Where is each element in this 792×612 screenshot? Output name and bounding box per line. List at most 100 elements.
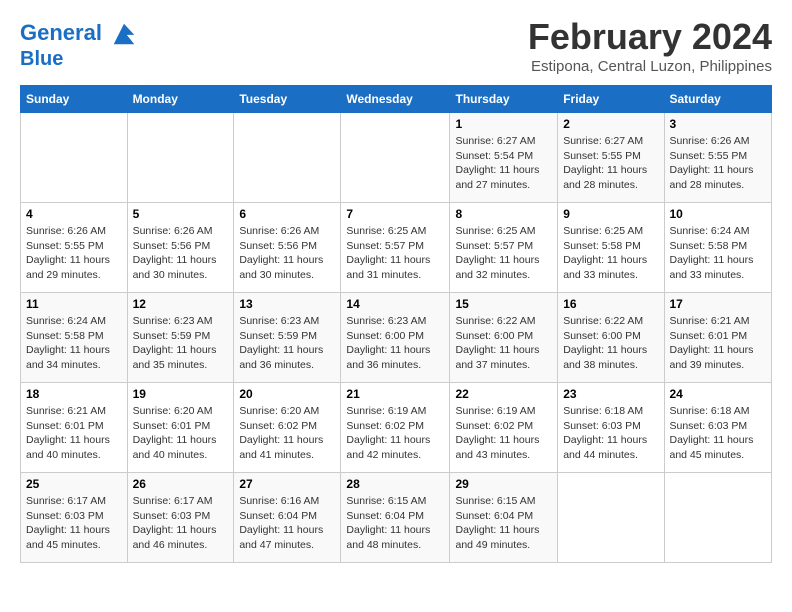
day-info: Sunrise: 6:26 AM Sunset: 5:55 PM Dayligh… [670, 134, 767, 193]
day-number: 13 [239, 297, 335, 311]
day-number: 22 [455, 387, 552, 401]
day-number: 3 [670, 117, 767, 131]
calendar-cell: 19 Sunrise: 6:20 AM Sunset: 6:01 PM Dayli… [127, 383, 234, 473]
calendar-cell: 11 Sunrise: 6:24 AM Sunset: 5:58 PM Dayli… [21, 293, 128, 383]
calendar-week-5: 25 Sunrise: 6:17 AM Sunset: 6:03 PM Dayli… [21, 473, 772, 563]
calendar-cell: 24 Sunrise: 6:18 AM Sunset: 6:03 PM Dayli… [664, 383, 772, 473]
day-info: Sunrise: 6:20 AM Sunset: 6:01 PM Dayligh… [133, 404, 229, 463]
day-info: Sunrise: 6:17 AM Sunset: 6:03 PM Dayligh… [133, 494, 229, 553]
calendar-cell: 10Sunrise: 6:24 AM Sunset: 5:58 PM Dayli… [664, 203, 772, 293]
day-info: Sunrise: 6:21 AM Sunset: 6:01 PM Dayligh… [670, 314, 767, 373]
day-info: Sunrise: 6:24 AM Sunset: 5:58 PM Dayligh… [26, 314, 122, 373]
day-number: 17 [670, 297, 767, 311]
weekday-header-sunday: Sunday [21, 86, 128, 113]
calendar-cell: 15 Sunrise: 6:22 AM Sunset: 6:00 PM Dayli… [450, 293, 558, 383]
day-number: 28 [346, 477, 444, 491]
weekday-header-saturday: Saturday [664, 86, 772, 113]
header: General Blue February 2024 Estipona, Cen… [20, 16, 772, 75]
calendar-cell: 28 Sunrise: 6:15 AM Sunset: 6:04 PM Dayli… [341, 473, 450, 563]
day-number: 24 [670, 387, 767, 401]
weekday-header-tuesday: Tuesday [234, 86, 341, 113]
day-info: Sunrise: 6:25 AM Sunset: 5:57 PM Dayligh… [346, 224, 444, 283]
day-number: 15 [455, 297, 552, 311]
calendar-cell [234, 113, 341, 203]
calendar-cell: 1 Sunrise: 6:27 AM Sunset: 5:54 PM Daylig… [450, 113, 558, 203]
month-title: February 2024 [528, 16, 772, 58]
day-info: Sunrise: 6:25 AM Sunset: 5:57 PM Dayligh… [455, 224, 552, 283]
calendar-cell: 23 Sunrise: 6:18 AM Sunset: 6:03 PM Dayli… [558, 383, 664, 473]
calendar-cell: 29 Sunrise: 6:15 AM Sunset: 6:04 PM Dayli… [450, 473, 558, 563]
day-number: 6 [239, 207, 335, 221]
calendar-cell: 8 Sunrise: 6:25 AM Sunset: 5:57 PM Daylig… [450, 203, 558, 293]
calendar-cell [127, 113, 234, 203]
day-number: 7 [346, 207, 444, 221]
calendar-cell: 9 Sunrise: 6:25 AM Sunset: 5:58 PM Daylig… [558, 203, 664, 293]
day-info: Sunrise: 6:19 AM Sunset: 6:02 PM Dayligh… [346, 404, 444, 463]
day-info: Sunrise: 6:18 AM Sunset: 6:03 PM Dayligh… [670, 404, 767, 463]
day-info: Sunrise: 6:19 AM Sunset: 6:02 PM Dayligh… [455, 404, 552, 463]
day-info: Sunrise: 6:23 AM Sunset: 5:59 PM Dayligh… [239, 314, 335, 373]
weekday-header-row: SundayMondayTuesdayWednesdayThursdayFrid… [21, 86, 772, 113]
day-number: 20 [239, 387, 335, 401]
calendar-cell [21, 113, 128, 203]
calendar-cell: 2 Sunrise: 6:27 AM Sunset: 5:55 PM Daylig… [558, 113, 664, 203]
calendar-cell: 7 Sunrise: 6:25 AM Sunset: 5:57 PM Daylig… [341, 203, 450, 293]
day-number: 25 [26, 477, 122, 491]
calendar-cell: 14Sunrise: 6:23 AM Sunset: 6:00 PM Dayli… [341, 293, 450, 383]
calendar-cell: 5Sunrise: 6:26 AM Sunset: 5:56 PM Daylig… [127, 203, 234, 293]
day-info: Sunrise: 6:22 AM Sunset: 6:00 PM Dayligh… [455, 314, 552, 373]
calendar-cell: 22 Sunrise: 6:19 AM Sunset: 6:02 PM Dayli… [450, 383, 558, 473]
day-number: 26 [133, 477, 229, 491]
day-info: Sunrise: 6:26 AM Sunset: 5:55 PM Dayligh… [26, 224, 122, 283]
day-info: Sunrise: 6:26 AM Sunset: 5:56 PM Dayligh… [239, 224, 335, 283]
calendar-cell: 6 Sunrise: 6:26 AM Sunset: 5:56 PM Daylig… [234, 203, 341, 293]
day-info: Sunrise: 6:15 AM Sunset: 6:04 PM Dayligh… [455, 494, 552, 553]
calendar-week-1: 1 Sunrise: 6:27 AM Sunset: 5:54 PM Daylig… [21, 113, 772, 203]
day-info: Sunrise: 6:20 AM Sunset: 6:02 PM Dayligh… [239, 404, 335, 463]
day-info: Sunrise: 6:27 AM Sunset: 5:55 PM Dayligh… [563, 134, 658, 193]
day-number: 5 [133, 207, 229, 221]
day-number: 11 [26, 297, 122, 311]
day-number: 16 [563, 297, 658, 311]
day-number: 21 [346, 387, 444, 401]
calendar-cell: 20 Sunrise: 6:20 AM Sunset: 6:02 PM Dayli… [234, 383, 341, 473]
logo-text: General [20, 20, 138, 48]
weekday-header-friday: Friday [558, 86, 664, 113]
day-info: Sunrise: 6:18 AM Sunset: 6:03 PM Dayligh… [563, 404, 658, 463]
calendar-cell: 26 Sunrise: 6:17 AM Sunset: 6:03 PM Dayli… [127, 473, 234, 563]
weekday-header-thursday: Thursday [450, 86, 558, 113]
day-number: 10 [670, 207, 767, 221]
day-number: 2 [563, 117, 658, 131]
calendar-cell: 13 Sunrise: 6:23 AM Sunset: 5:59 PM Dayli… [234, 293, 341, 383]
title-section: February 2024 Estipona, Central Luzon, P… [528, 16, 772, 75]
day-info: Sunrise: 6:22 AM Sunset: 6:00 PM Dayligh… [563, 314, 658, 373]
weekday-header-monday: Monday [127, 86, 234, 113]
day-info: Sunrise: 6:16 AM Sunset: 6:04 PM Dayligh… [239, 494, 335, 553]
day-number: 1 [455, 117, 552, 131]
day-number: 4 [26, 207, 122, 221]
day-number: 19 [133, 387, 229, 401]
calendar-week-3: 11 Sunrise: 6:24 AM Sunset: 5:58 PM Dayli… [21, 293, 772, 383]
weekday-header-wednesday: Wednesday [341, 86, 450, 113]
day-info: Sunrise: 6:27 AM Sunset: 5:54 PM Dayligh… [455, 134, 552, 193]
day-number: 9 [563, 207, 658, 221]
calendar-week-4: 18 Sunrise: 6:21 AM Sunset: 6:01 PM Dayli… [21, 383, 772, 473]
calendar-cell: 18 Sunrise: 6:21 AM Sunset: 6:01 PM Dayli… [21, 383, 128, 473]
calendar-cell: 12Sunrise: 6:23 AM Sunset: 5:59 PM Dayli… [127, 293, 234, 383]
location-title: Estipona, Central Luzon, Philippines [528, 58, 772, 75]
day-info: Sunrise: 6:25 AM Sunset: 5:58 PM Dayligh… [563, 224, 658, 283]
calendar-cell [341, 113, 450, 203]
logo: General Blue [20, 20, 138, 70]
calendar-cell: 16 Sunrise: 6:22 AM Sunset: 6:00 PM Dayli… [558, 293, 664, 383]
calendar-cell: 25 Sunrise: 6:17 AM Sunset: 6:03 PM Dayli… [21, 473, 128, 563]
day-number: 29 [455, 477, 552, 491]
day-number: 23 [563, 387, 658, 401]
day-info: Sunrise: 6:15 AM Sunset: 6:04 PM Dayligh… [346, 494, 444, 553]
day-info: Sunrise: 6:17 AM Sunset: 6:03 PM Dayligh… [26, 494, 122, 553]
calendar-cell: 3 Sunrise: 6:26 AM Sunset: 5:55 PM Daylig… [664, 113, 772, 203]
day-info: Sunrise: 6:21 AM Sunset: 6:01 PM Dayligh… [26, 404, 122, 463]
calendar-cell: 4 Sunrise: 6:26 AM Sunset: 5:55 PM Daylig… [21, 203, 128, 293]
day-number: 8 [455, 207, 552, 221]
day-number: 18 [26, 387, 122, 401]
calendar-cell [558, 473, 664, 563]
